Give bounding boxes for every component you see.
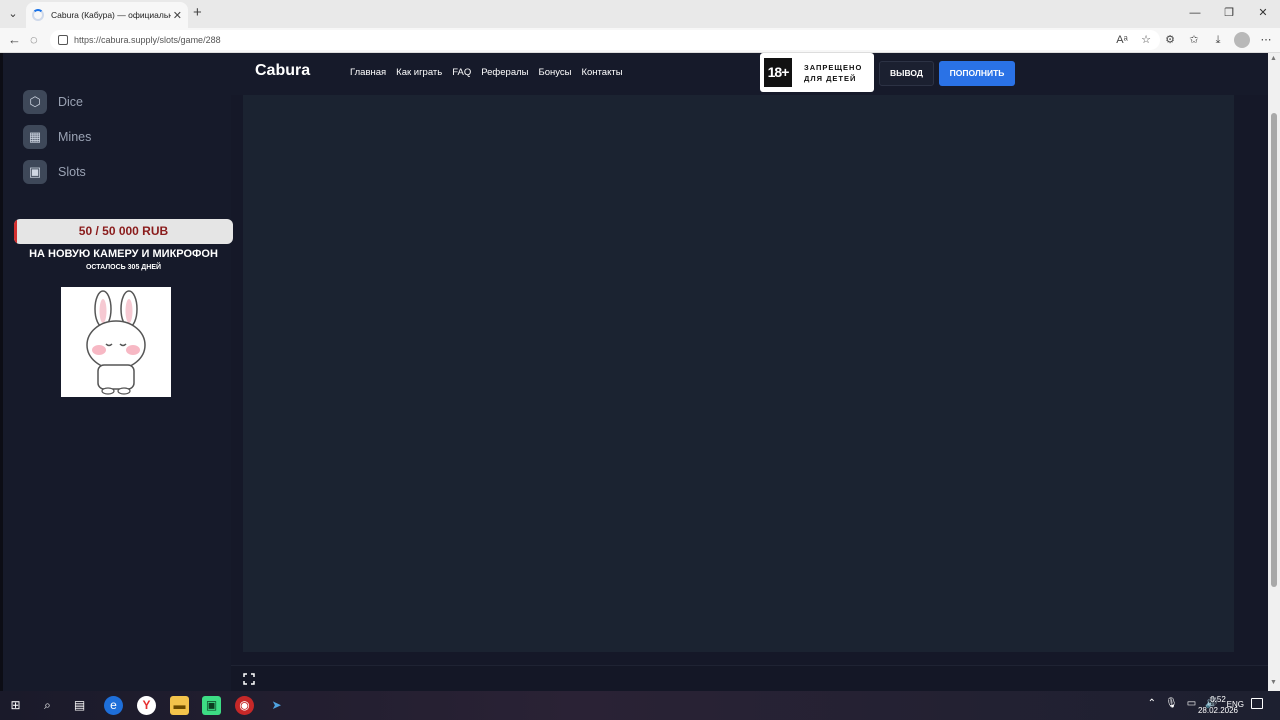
fullscreen-icon[interactable]: [243, 673, 255, 685]
cube-icon: ⬡: [23, 90, 47, 114]
donation-amount: 50 / 50 000 RUB: [78, 224, 169, 238]
tab-close-icon[interactable]: ✕: [173, 9, 182, 22]
sidebar-item-label: Dice: [58, 95, 84, 109]
taskbar: ⊞ ⌕ ▤ e Y ▬ ▣ ◉ ➤ ⌃ 🎙 ▭ 🔊 ENG 0:52 28.02…: [0, 691, 1280, 720]
read-aloud-icon[interactable]: Aᵃ: [1114, 32, 1130, 48]
age-text-line2: ДЛЯ ДЕТЕЙ: [804, 74, 857, 83]
star-icon[interactable]: ☆: [1138, 32, 1154, 48]
window-controls: — ❐ ✕: [1178, 0, 1280, 28]
slot-machine-icon: ▣: [23, 160, 47, 184]
windows-start-icon[interactable]: ⊞: [6, 696, 25, 715]
nav-link-referrals[interactable]: Рефералы: [481, 67, 528, 78]
favorites-icon[interactable]: ✩: [1186, 32, 1202, 48]
download-icon[interactable]: ⤓: [1210, 32, 1226, 48]
avatar-icon[interactable]: [1234, 32, 1250, 48]
browser-tab-bar: ⌄ Cabura (Кабура) — официальный ✕ + — ❐ …: [0, 0, 1280, 28]
new-tab-plus-icon[interactable]: +: [193, 5, 202, 21]
chrome-like-icon[interactable]: ◉: [235, 696, 254, 715]
sidebar-item-label: Mines: [58, 130, 92, 144]
toolbar-icons: Aᵃ ☆ ⚙ ✩ ⤓ ⋯: [1114, 32, 1274, 48]
taskbar-clock[interactable]: 0:52 28.02.2026: [1196, 694, 1240, 716]
bunny-illustration: [86, 290, 146, 395]
age-restriction-text: ЗАПРЕЩЕНО ДЛЯ ДЕТЕЙ: [804, 62, 862, 84]
clock-time: 0:52: [1210, 695, 1226, 704]
nav-link-faq[interactable]: FAQ: [452, 67, 471, 78]
age-restriction-badge: 18+ ЗАПРЕЩЕНО ДЛЯ ДЕТЕЙ: [760, 53, 874, 92]
minimize-icon[interactable]: —: [1178, 0, 1212, 28]
main-nav: Главная Как играть FAQ Рефералы Бонусы К…: [350, 67, 623, 78]
site-header: Cabura Главная Как играть FAQ Рефералы Б…: [231, 53, 1268, 95]
file-explorer-icon[interactable]: ▬: [170, 696, 189, 715]
nav-link-home[interactable]: Главная: [350, 67, 386, 78]
restore-icon[interactable]: ❐: [1212, 0, 1246, 28]
window-close-icon[interactable]: ✕: [1246, 0, 1280, 28]
android-app-icon[interactable]: ▣: [202, 696, 221, 715]
microphone-icon[interactable]: 🎙: [1165, 698, 1178, 712]
page: ⬡ Dice ▦ Mines ▣ Slots 50 / 50 000 RUB Н…: [0, 53, 1280, 691]
yandex-browser-icon[interactable]: Y: [137, 696, 156, 715]
network-icon[interactable]: ▭: [1187, 698, 1196, 712]
game-footer: [231, 665, 1268, 691]
ellipsis-icon[interactable]: ⋯: [1258, 32, 1274, 48]
browser-tab[interactable]: Cabura (Кабура) — официальный ✕: [26, 2, 188, 28]
donation-days-left: ОСТАЛОСЬ 305 ДНЕЙ: [85, 264, 162, 271]
donation-goal-title: НА НОВУЮ КАМЕРУ И МИКРОФОН: [29, 248, 218, 260]
reload-spinner-icon[interactable]: ◌: [30, 32, 38, 48]
steam-icon[interactable]: ➤: [267, 696, 286, 715]
nav-link-bonuses[interactable]: Бонусы: [538, 67, 571, 78]
back-arrow-left-icon[interactable]: ←: [8, 32, 21, 48]
sidebar-item-label: Slots: [58, 165, 86, 179]
page-scrollbar[interactable]: ▲ ▼: [1268, 53, 1280, 691]
withdraw-button[interactable]: ВЫВОД: [879, 61, 934, 86]
tab-list-chevron-down-icon[interactable]: ⌄: [4, 5, 22, 23]
scroll-thumb[interactable]: [1271, 113, 1277, 587]
browser-toolbar: ← ◌ https://cabura.supply/slots/game/288…: [0, 28, 1280, 53]
address-bar[interactable]: https://cabura.supply/slots/game/288: [50, 30, 1160, 50]
sidebar-item-mines[interactable]: ▦ Mines: [23, 124, 91, 150]
task-view-icon[interactable]: ▤: [70, 696, 89, 715]
sidebar-item-dice[interactable]: ⬡ Dice: [23, 89, 83, 115]
search-icon[interactable]: ⌕: [38, 696, 57, 715]
edge-icon[interactable]: e: [104, 696, 123, 715]
notification-icon[interactable]: [1251, 698, 1263, 709]
nav-link-contacts[interactable]: Контакты: [581, 67, 622, 78]
scroll-up-icon[interactable]: ▲: [1270, 55, 1277, 62]
donation-goal-bar: 50 / 50 000 RUB: [14, 219, 233, 244]
grid-icon: ▦: [23, 125, 47, 149]
chevron-up-icon[interactable]: ⌃: [1148, 698, 1156, 712]
tab-title: Cabura (Кабура) — официальный: [51, 10, 171, 20]
age-text-line1: ЗАПРЕЩЕНО: [804, 63, 863, 72]
clock-date: 28.02.2026: [1197, 706, 1239, 715]
game-frame[interactable]: [243, 95, 1234, 652]
sidebar-item-slots[interactable]: ▣ Slots: [23, 159, 86, 185]
url-text[interactable]: https://cabura.supply/slots/game/288: [74, 35, 221, 45]
nav-link-how-to-play[interactable]: Как играть: [396, 67, 442, 78]
bunny-sticker-image: [61, 287, 171, 397]
site-logo[interactable]: Cabura: [255, 62, 310, 80]
age-18-label: 18+: [764, 58, 792, 87]
loading-spinner-icon: [32, 9, 44, 21]
scroll-down-icon[interactable]: ▼: [1270, 679, 1277, 686]
site-info-icon[interactable]: [58, 35, 68, 45]
deposit-button[interactable]: ПОПОЛНИТЬ: [939, 61, 1015, 86]
puzzle-icon[interactable]: ⚙: [1162, 32, 1178, 48]
